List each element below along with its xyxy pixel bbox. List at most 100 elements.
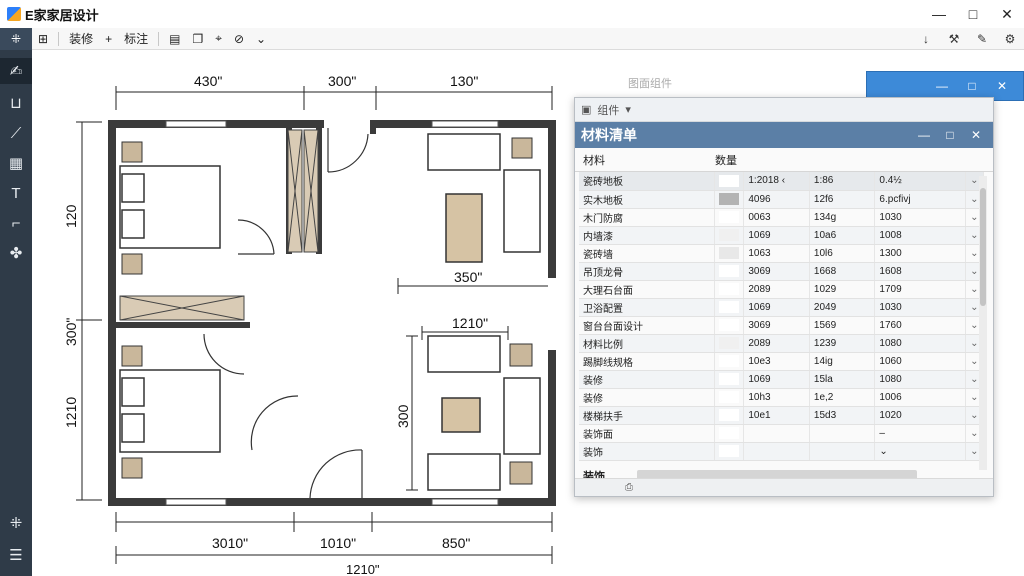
swatch-cell bbox=[714, 334, 745, 353]
dim-bottom-2: 1010" bbox=[320, 535, 356, 551]
table-row[interactable]: 装修 1069 15la 1080 ⌄ bbox=[579, 370, 985, 389]
pen-tool-icon[interactable]: ✍ bbox=[0, 58, 32, 84]
quantity-cell: 1069 bbox=[743, 226, 810, 245]
dim-top-3: 130" bbox=[450, 73, 478, 89]
close-button[interactable]: ✕ bbox=[990, 0, 1024, 28]
maximize-button[interactable]: □ bbox=[956, 0, 990, 28]
color-swatch bbox=[718, 373, 739, 385]
value-cell: 1760 bbox=[874, 316, 966, 335]
column-header-material[interactable]: 材料 bbox=[575, 152, 709, 168]
table-row[interactable]: 瓷砖墙 1063 10l6 1300 ⌄ bbox=[579, 244, 985, 263]
table-row[interactable]: 大理石台面 2089 1029 1709 ⌄ bbox=[579, 280, 985, 299]
table-row[interactable]: 装修 10h3 1e,2 1006 ⌄ bbox=[579, 388, 985, 407]
chevron-down-icon[interactable]: ▾ bbox=[625, 103, 631, 116]
table-row[interactable]: 装饰面 – ⌄ bbox=[579, 424, 985, 443]
color-swatch bbox=[718, 409, 739, 421]
swatch-cell bbox=[714, 172, 745, 191]
quantity-cell: 0063 bbox=[743, 208, 810, 227]
value-cell: 1080 bbox=[874, 370, 966, 389]
scroll-thumb[interactable] bbox=[980, 188, 986, 306]
grid-toggle-icon[interactable]: ⊞ bbox=[32, 28, 54, 50]
hammer-icon[interactable]: ⚒ bbox=[946, 31, 962, 47]
dim-top-1: 430" bbox=[194, 73, 222, 89]
color-swatch bbox=[718, 211, 739, 223]
quantity-cell: 2089 bbox=[743, 334, 810, 353]
bg-minimize-button[interactable]: — bbox=[927, 72, 957, 100]
material-name-cell: 装修 bbox=[579, 388, 715, 407]
mw-close-button[interactable]: ✕ bbox=[963, 122, 989, 148]
select-tool-icon[interactable]: ⌖ bbox=[209, 28, 228, 50]
materials-window: ▣ 组件 ▾ 材料清单 — □ ✕ 材料 数量 瓷砖地板 1:2018 ‹ 1:86… bbox=[574, 97, 994, 497]
text-tool-icon[interactable]: T bbox=[0, 180, 32, 206]
table-row[interactable]: 内墙漆 1069 10a6 1008 ⌄ bbox=[579, 226, 985, 245]
copy-icon[interactable]: ❐ bbox=[186, 28, 209, 50]
settings-icon[interactable]: ⚙ bbox=[1002, 31, 1018, 47]
table-row[interactable]: 卫浴配置 1069 2049 1030 ⌄ bbox=[579, 298, 985, 317]
materials-window-footer: ⎙ bbox=[575, 478, 993, 496]
color-swatch bbox=[718, 193, 739, 205]
swatch-cell bbox=[714, 424, 745, 443]
quantity-cell: 10l6 bbox=[809, 244, 876, 263]
bg-close-button[interactable]: ✕ bbox=[987, 72, 1017, 100]
table-row[interactable]: 踢脚线规格 10e3 14ig 1060 ⌄ bbox=[579, 352, 985, 371]
value-cell: 1006 bbox=[874, 388, 966, 407]
mw-maximize-button[interactable]: □ bbox=[937, 122, 963, 148]
color-swatch bbox=[718, 265, 739, 277]
column-header-quantity[interactable]: 数量 bbox=[709, 152, 829, 168]
panel-icon[interactable]: ▣ bbox=[581, 103, 591, 116]
toolbar-separator bbox=[158, 31, 160, 46]
toolbar-add-button[interactable]: + bbox=[99, 28, 118, 50]
table-row[interactable]: 瓷砖地板 1:2018 ‹ 1:86 0.4½ ⌄ bbox=[579, 172, 985, 191]
table-row[interactable]: 吊顶龙骨 3069 1668 1608 ⌄ bbox=[579, 262, 985, 281]
table-row[interactable]: 材料比例 2089 1239 1080 ⌄ bbox=[579, 334, 985, 353]
toolbar-annotate-button[interactable]: 标注 bbox=[118, 28, 154, 50]
material-name-cell: 木门防腐 bbox=[579, 208, 715, 227]
menu-icon[interactable]: ☰ bbox=[0, 542, 32, 568]
swatch-cell bbox=[714, 406, 745, 425]
dim-left-3: 1210 bbox=[63, 397, 79, 428]
mw-minimize-button[interactable]: — bbox=[911, 122, 937, 148]
table-row[interactable]: 木门防腐 0063 134g 1030 ⌄ bbox=[579, 208, 985, 227]
app-title: E家家居设计 bbox=[25, 7, 99, 23]
quantity-cell: 1069 bbox=[743, 298, 810, 317]
measure-icon[interactable]: ⊘ bbox=[228, 28, 250, 50]
quantity-cell: 1569 bbox=[809, 316, 876, 335]
quantity-cell: 1:86 bbox=[809, 172, 876, 191]
room-tool-icon[interactable]: ▦ bbox=[0, 150, 32, 176]
material-name-cell: 瓷砖地板 bbox=[579, 172, 715, 191]
edit-icon[interactable]: ✎ bbox=[974, 31, 990, 47]
grid-header: 材料 数量 bbox=[575, 148, 993, 172]
measure-tool-icon[interactable]: ⌐ bbox=[0, 210, 32, 236]
material-name-cell: 吊顶龙骨 bbox=[579, 262, 715, 281]
value-cell: 1060 bbox=[874, 352, 966, 371]
table-row[interactable]: 窗台台面设计 3069 1569 1760 ⌄ bbox=[579, 316, 985, 335]
material-name-cell: 瓷砖墙 bbox=[579, 244, 715, 263]
value-cell: 0.4½ bbox=[874, 172, 966, 191]
print-icon[interactable]: ⎙ bbox=[625, 482, 633, 493]
document-icon[interactable]: ▤ bbox=[163, 28, 186, 50]
table-row[interactable]: 装饰 ⌄ ⌄ bbox=[579, 442, 985, 461]
bg-maximize-button[interactable]: □ bbox=[957, 72, 987, 100]
quantity-cell: 1e,2 bbox=[809, 388, 876, 407]
wall-tool-icon[interactable]: ⊔ bbox=[0, 90, 32, 116]
value-cell: 1608 bbox=[874, 262, 966, 281]
layers-icon[interactable]: ⁜ bbox=[0, 510, 32, 536]
line-tool-icon[interactable]: ⟋ bbox=[0, 120, 32, 146]
value-cell: 1300 bbox=[874, 244, 966, 263]
quantity-cell: 3069 bbox=[743, 316, 810, 335]
swatch-cell bbox=[714, 280, 745, 299]
snap-icon[interactable]: ⁜ bbox=[0, 27, 32, 50]
toolbar-right: ↓ ⚒ ✎ ⚙ bbox=[918, 28, 1018, 50]
minimize-button[interactable]: — bbox=[922, 0, 956, 28]
color-swatch bbox=[718, 355, 739, 367]
table-row[interactable]: 实木地板 4096 12f6 6.pcfivj ⌄ bbox=[579, 190, 985, 209]
dropdown-icon[interactable]: ⌄ bbox=[250, 28, 272, 50]
table-row[interactable]: 楼梯扶手 10e1 15d3 1020 ⌄ bbox=[579, 406, 985, 425]
quantity-cell: 10e3 bbox=[743, 352, 810, 371]
swatch-cell bbox=[714, 244, 745, 263]
vertical-scrollbar[interactable] bbox=[979, 176, 987, 470]
design-tool-icon[interactable]: ✤ bbox=[0, 240, 32, 266]
toolbar-renovate-button[interactable]: 装修 bbox=[63, 28, 99, 50]
quantity-cell: 12f6 bbox=[809, 190, 876, 209]
download-icon[interactable]: ↓ bbox=[918, 31, 934, 47]
